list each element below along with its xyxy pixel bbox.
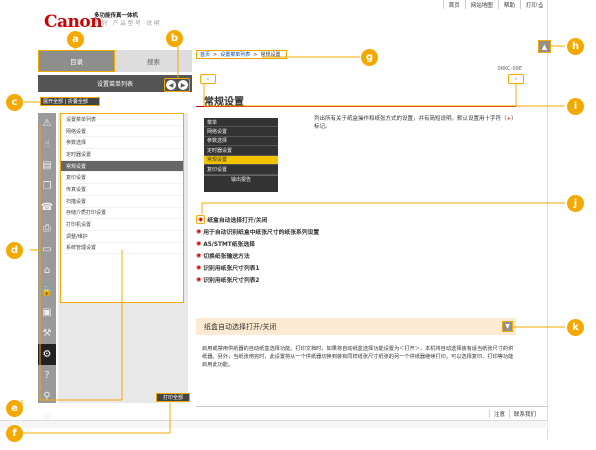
callout-g: g: [361, 49, 378, 66]
callout-lines: [20, 44, 565, 434]
callout-b: b: [166, 30, 183, 47]
callout-e: e: [6, 400, 23, 417]
callout-h: h: [567, 38, 584, 55]
callout-a: a: [67, 31, 84, 48]
callout-d: d: [6, 242, 23, 259]
callout-i: i: [567, 98, 584, 115]
callout-j: j: [567, 195, 584, 212]
callout-k: k: [567, 319, 584, 336]
callout-f: f: [6, 425, 23, 442]
callout-c: c: [6, 94, 23, 111]
